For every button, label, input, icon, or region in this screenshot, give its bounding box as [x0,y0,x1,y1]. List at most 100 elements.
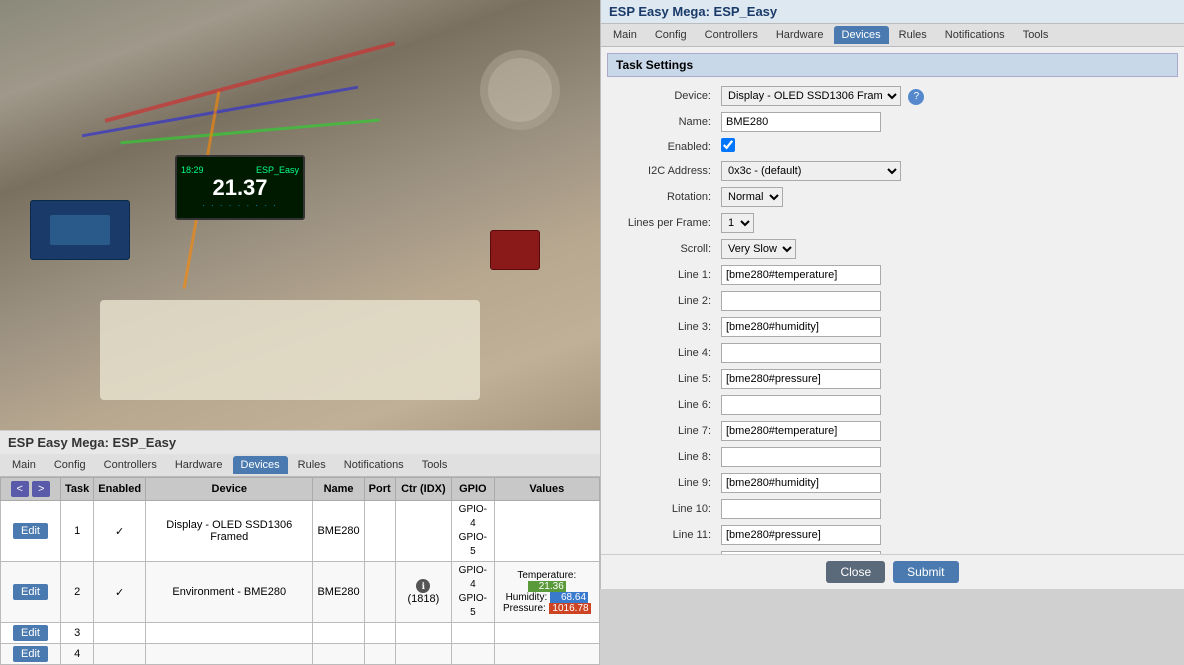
line11-input[interactable] [721,525,881,545]
left-panel: 18:29 ESP_Easy 21.37 · · · · · · · · · E… [0,0,600,589]
line5-input[interactable] [721,369,881,389]
prev-page-button[interactable]: < [11,481,29,497]
right-nav-rules[interactable]: Rules [891,26,935,44]
edit-button-1[interactable]: Edit [13,523,48,539]
next-page-button[interactable]: > [32,481,50,497]
nav-rules-bottom[interactable]: Rules [290,456,334,474]
edit-button-2[interactable]: Edit [13,584,48,600]
right-nav-hardware[interactable]: Hardware [768,26,832,44]
right-nav-tools[interactable]: Tools [1015,26,1057,44]
col-name: Name [313,478,364,501]
ctr-idx-2: ℹ (1818) [395,562,451,623]
bottom-section: ESP Easy Mega: ESP_Easy Main Config Cont… [0,430,600,665]
line9-input[interactable] [721,473,881,493]
field-line11: Line 11: [607,522,1178,548]
enabled-2: ✓ [94,562,146,623]
port-3 [364,623,395,644]
close-button[interactable]: Close [826,561,885,583]
scroll-select[interactable]: Very Slow [721,239,796,259]
enabled-checkbox[interactable] [721,138,735,152]
line10-label: Line 10: [607,496,717,522]
field-enabled: Enabled: [607,135,1178,158]
field-i2c: I2C Address: 0x3c - (default) [607,158,1178,184]
name-input[interactable] [721,112,881,132]
nav-devices-bottom[interactable]: Devices [233,456,288,474]
nav-controllers-bottom[interactable]: Controllers [96,456,165,474]
rotation-select[interactable]: Normal [721,187,783,207]
line8-input[interactable] [721,447,881,467]
right-panel: ESP Easy Mega: ESP_Easy Main Config Cont… [600,0,1184,589]
field-line5: Line 5: [607,366,1178,392]
temp-value: 21.36 [528,581,566,592]
nav-tools-bottom[interactable]: Tools [414,456,456,474]
col-device: Device [146,478,313,501]
right-nav-notifications[interactable]: Notifications [937,26,1013,44]
line8-label: Line 8: [607,444,717,470]
rotation-label: Rotation: [607,184,717,210]
line6-input[interactable] [721,395,881,415]
right-nav-controllers[interactable]: Controllers [697,26,766,44]
enabled-1: ✓ [94,501,146,562]
task-num-3: 3 [61,623,94,644]
oled-dots: · · · · · · · · · [202,201,278,210]
nav-main-bottom[interactable]: Main [4,456,44,474]
lines-per-frame-label: Lines per Frame: [607,210,717,236]
i2c-select[interactable]: 0x3c - (default) [721,161,901,181]
line1-input[interactable] [721,265,881,285]
table-row: Edit 3 [1,623,600,644]
col-enabled: Enabled [94,478,146,501]
hum-value: 68.64 [550,592,588,603]
lines-per-frame-select[interactable]: 1 [721,213,754,233]
field-line1: Line 1: [607,262,1178,288]
enabled-4 [94,644,146,665]
field-line6: Line 6: [607,392,1178,418]
field-line3: Line 3: [607,314,1178,340]
edit-button-3[interactable]: Edit [13,625,48,641]
field-line7: Line 7: [607,418,1178,444]
line5-label: Line 5: [607,366,717,392]
line2-label: Line 2: [607,288,717,314]
values-4 [494,644,599,665]
camera-image: 18:29 ESP_Easy 21.37 · · · · · · · · · [0,0,600,430]
line2-input[interactable] [721,291,881,311]
right-nav-main[interactable]: Main [605,26,645,44]
right-nav-devices[interactable]: Devices [834,26,889,44]
device-table: < > Task Enabled Device Name Port Ctr (I… [0,477,600,665]
nav-config-bottom[interactable]: Config [46,456,94,474]
nav-notifications-bottom[interactable]: Notifications [336,456,412,474]
ctr-idx-3 [395,623,451,644]
col-task: Task [61,478,94,501]
col-ctr-idx: Ctr (IDX) [395,478,451,501]
device-select[interactable]: Display - OLED SSD1306 Framed [721,86,901,106]
enabled-3 [94,623,146,644]
app-title-bottom: ESP Easy Mega: ESP_Easy [0,431,600,454]
device-label: Device: [607,83,717,109]
device-name-3 [146,623,313,644]
port-2 [364,562,395,623]
line4-label: Line 4: [607,340,717,366]
oled-ssid: ESP_Easy [256,165,299,175]
line4-input[interactable] [721,343,881,363]
field-line2: Line 2: [607,288,1178,314]
i2c-label: I2C Address: [607,158,717,184]
submit-button[interactable]: Submit [893,561,958,583]
nav-hardware-bottom[interactable]: Hardware [167,456,231,474]
right-nav-config[interactable]: Config [647,26,695,44]
line3-input[interactable] [721,317,881,337]
line10-input[interactable] [721,499,881,519]
oled-temperature: 21.37 [212,175,267,201]
values-2: Temperature: 21.36 Humidity: 68.64 Press… [494,562,599,623]
task-num-2: 2 [61,562,94,623]
field-line4: Line 4: [607,340,1178,366]
scroll-label: Scroll: [607,236,717,262]
line7-input[interactable] [721,421,881,441]
task-num-4: 4 [61,644,94,665]
oled-time: 18:29 [181,165,204,175]
field-device: Device: Display - OLED SSD1306 Framed ? [607,83,1178,109]
field-line9: Line 9: [607,470,1178,496]
task-name-4 [313,644,364,665]
help-icon-device[interactable]: ? [908,89,924,105]
edit-button-4[interactable]: Edit [13,646,48,662]
task-settings-form: Device: Display - OLED SSD1306 Framed ? … [607,83,1178,554]
right-app-title: ESP Easy Mega: ESP_Easy [601,0,1184,24]
